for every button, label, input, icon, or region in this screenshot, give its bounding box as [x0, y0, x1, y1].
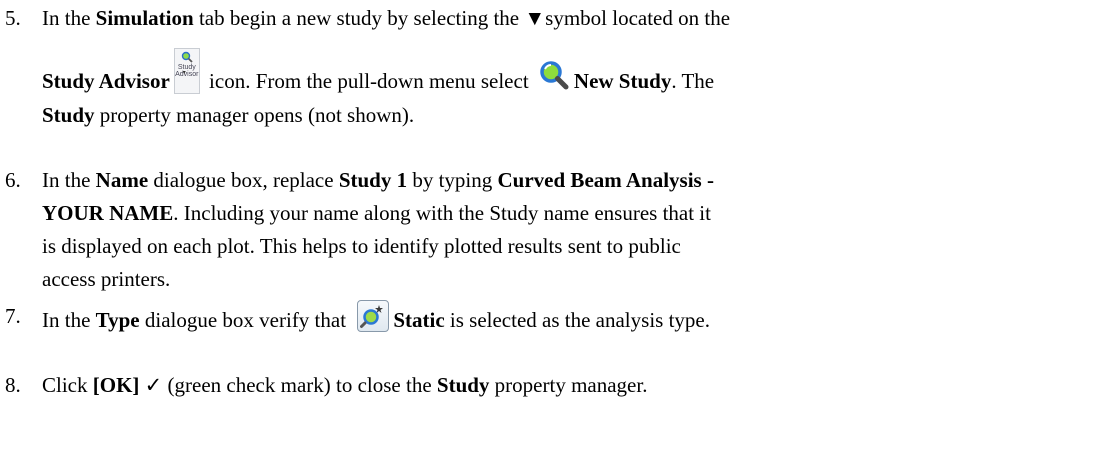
step-text: Click [OK] ✓ (green check mark) to close… [42, 373, 648, 397]
chevron-down-icon: ▾ [182, 70, 186, 76]
check-mark-icon: ✓ [139, 373, 163, 397]
simulation-tab-label: Simulation [95, 6, 194, 30]
step-number: 5. [5, 6, 21, 30]
study-advisor-icon: Study Advisor ▾ [173, 48, 200, 94]
ok-label: [OK] [92, 373, 140, 397]
step-number: 7. [5, 304, 21, 328]
step-text: In the Name dialogue box, replace Study … [42, 168, 714, 291]
new-study-magnifier-icon [540, 61, 569, 90]
step-number: 8. [5, 373, 21, 397]
step-number: 6. [5, 168, 21, 192]
step-text: In the Type dialogue box verify that Sta… [42, 300, 1102, 337]
static-study-icon [357, 300, 390, 332]
step-text: In the Simulation tab begin a new study … [42, 6, 731, 127]
dropdown-triangle-symbol: ▼ [524, 6, 546, 30]
